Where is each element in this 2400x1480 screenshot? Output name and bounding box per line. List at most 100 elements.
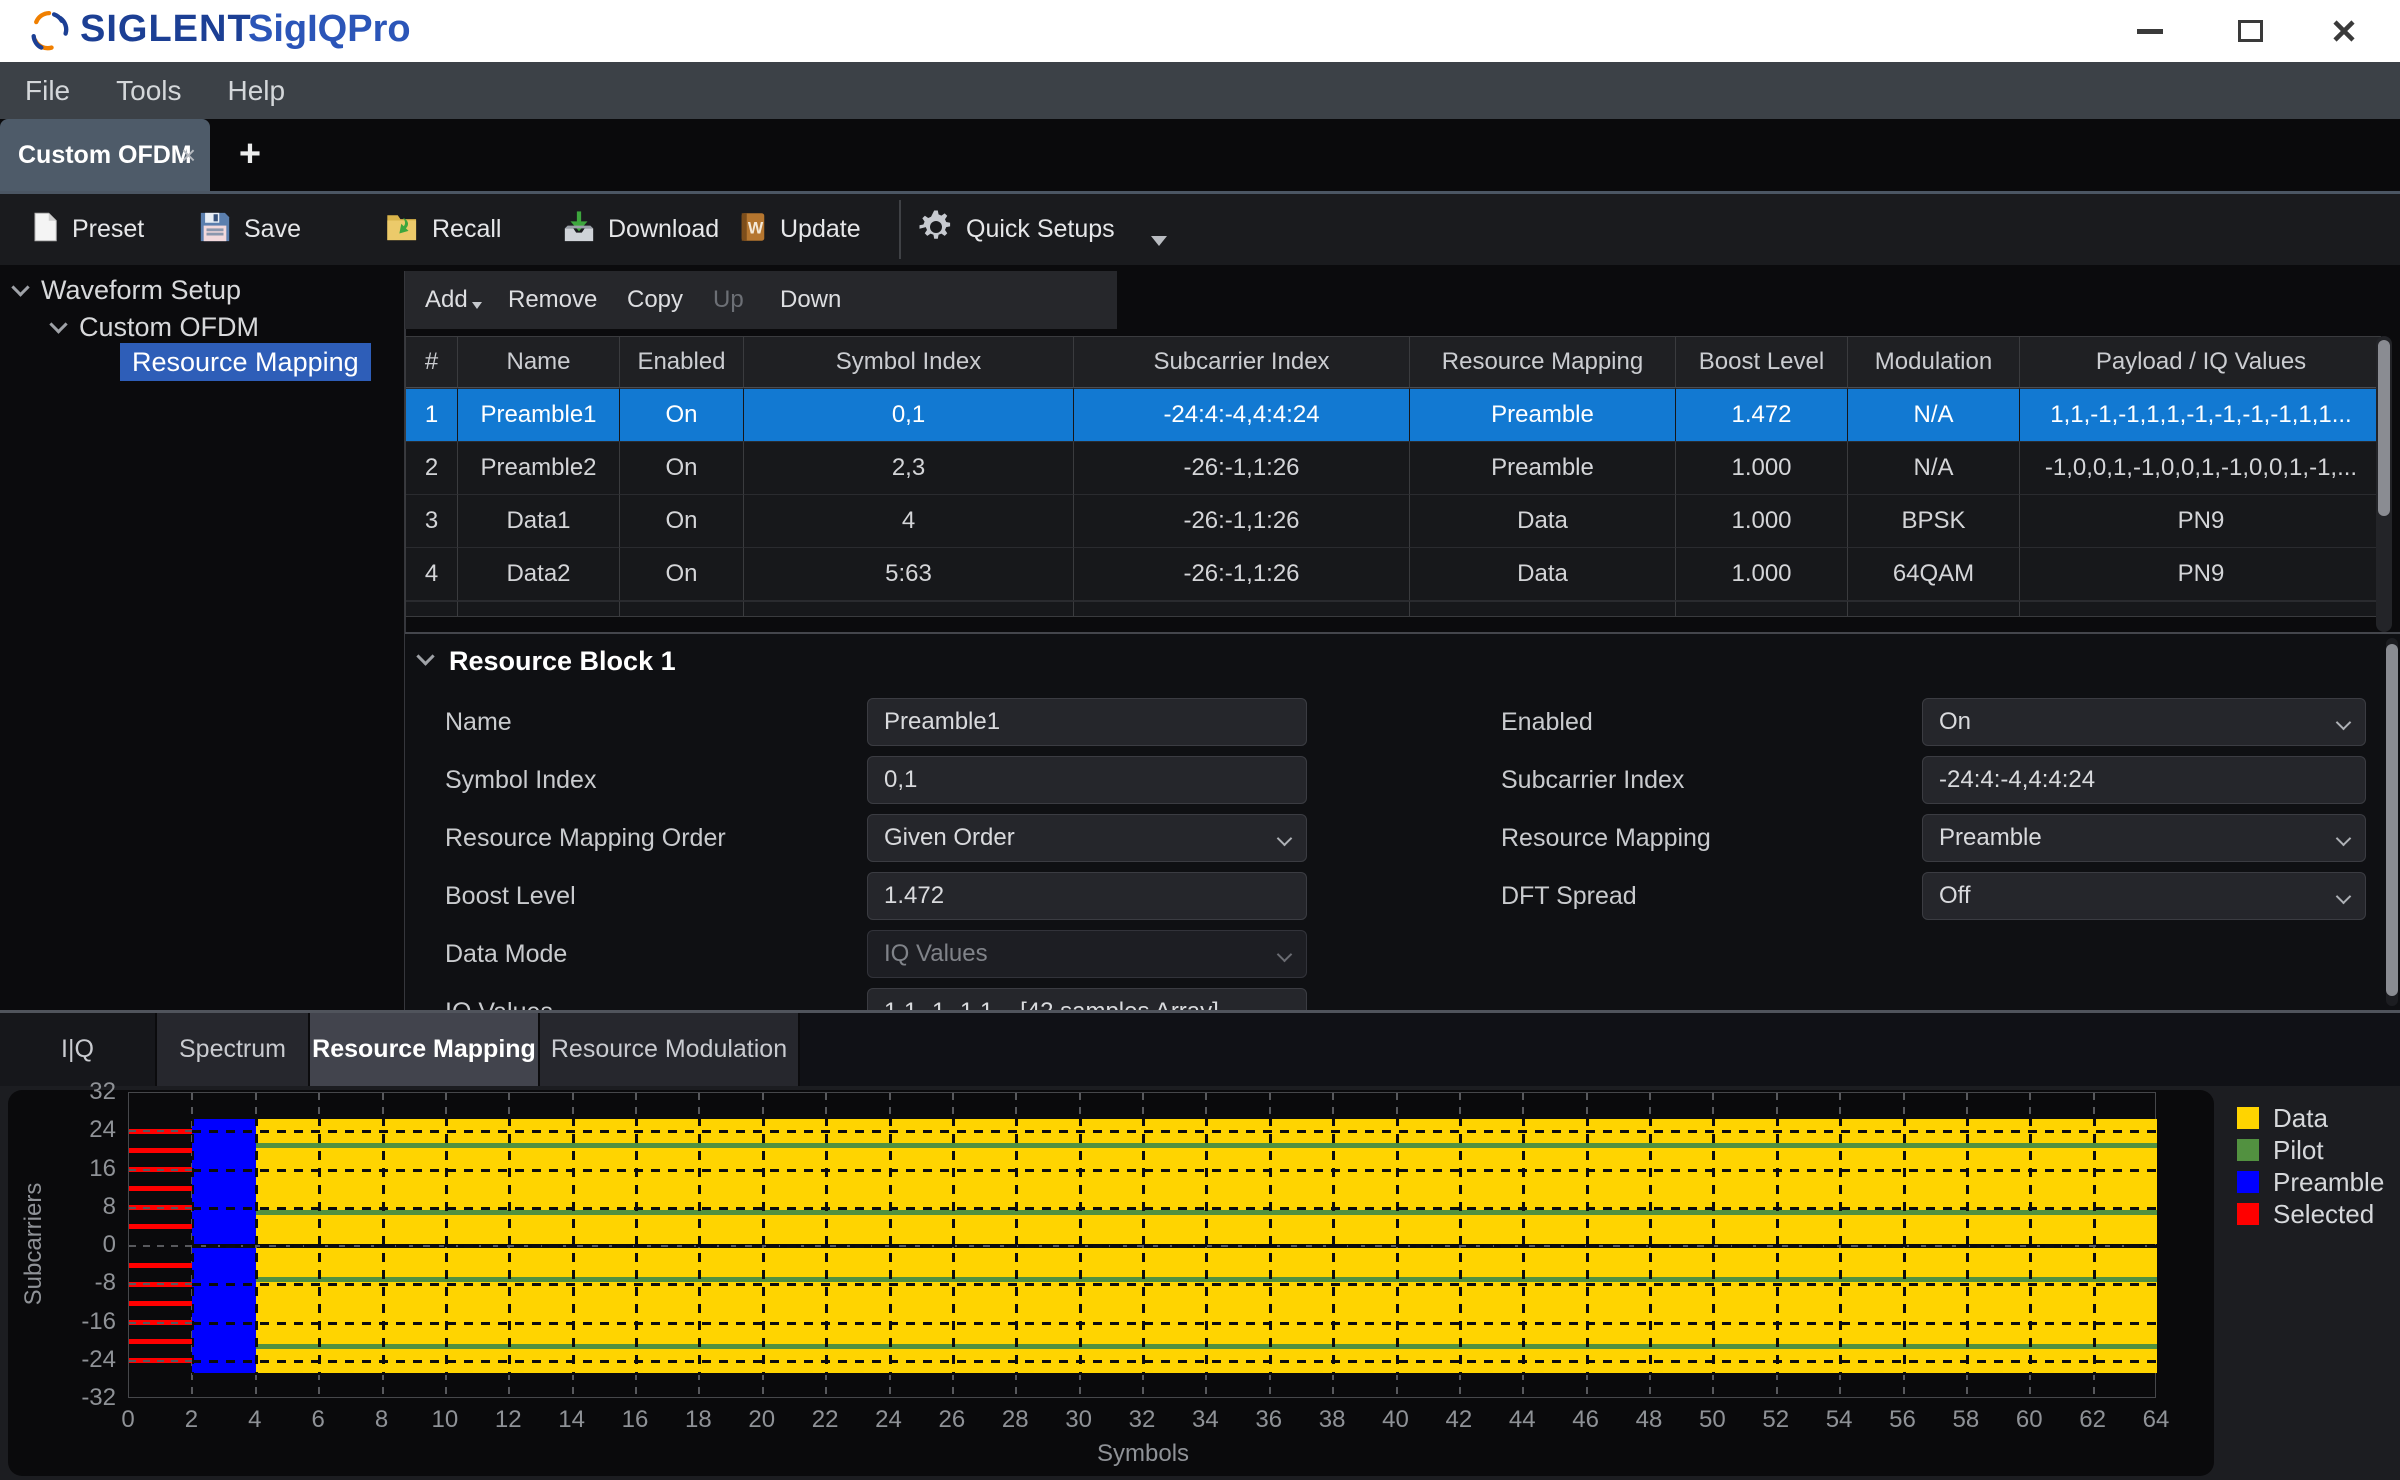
menu-tools[interactable]: Tools <box>93 62 204 119</box>
legend-swatch-data <box>2237 1107 2259 1129</box>
sidebar-item-resource-mapping[interactable]: Resource Mapping <box>120 343 371 381</box>
view-tab-i-q[interactable]: I|Q <box>0 1013 157 1086</box>
resource-mapping-order-select[interactable]: Given Order <box>867 814 1307 862</box>
table-cell: -24:4:-4,4:4:24 <box>1074 388 1410 441</box>
resource-block-title: Resource Block 1 <box>449 646 676 677</box>
x-axis-title: Symbols <box>1097 1440 1189 1468</box>
legend-item: Data <box>2237 1102 2384 1134</box>
table-cell: 4 <box>744 494 1074 547</box>
collapse-chevron-icon[interactable] <box>416 647 434 665</box>
legend-label: Pilot <box>2273 1135 2324 1166</box>
view-tab-spectrum[interactable]: Spectrum <box>157 1013 310 1086</box>
table-toolbar-button-label: Remove <box>508 286 597 314</box>
x-axis-tick-label: 32 <box>1112 1406 1172 1436</box>
table-cell: 3 <box>406 494 458 547</box>
field-label-name: Name <box>445 698 855 746</box>
table-row[interactable]: 3Data1On4-26:-1,1:26Data1.000BPSKPN9 <box>406 494 2380 547</box>
table-row[interactable]: 4Data2On5:63-26:-1,1:26Data1.00064QAMPN9 <box>406 547 2380 600</box>
tab-bar: Custom OFDM × + <box>0 119 2400 191</box>
table-cell: 0,1 <box>744 388 1074 441</box>
toolbar-download-button[interactable]: Download <box>562 194 719 265</box>
tab-custom-ofdm[interactable]: Custom OFDM × <box>0 119 210 191</box>
table-toolbar-add-button[interactable]: Add <box>425 271 482 329</box>
table-cell: On <box>620 547 744 600</box>
form-scrollbar-thumb[interactable] <box>2386 644 2398 996</box>
subcarrier-index-input[interactable]: -24:4:-4,4:4:24 <box>1922 756 2366 804</box>
toolbar-preset-button[interactable]: Preset <box>30 194 144 265</box>
table-cell: 2 <box>406 441 458 494</box>
gridline-y <box>192 1245 2157 1248</box>
legend-swatch-preamble <box>2237 1171 2259 1193</box>
menu-help[interactable]: Help <box>205 62 309 119</box>
update-icon: W <box>738 210 768 249</box>
table-cell <box>2020 601 2380 616</box>
table-cell: Preamble1 <box>458 388 620 441</box>
dropdown-caret-icon <box>1151 236 1167 246</box>
toolbar-save-button[interactable]: Save <box>198 194 301 265</box>
x-axis-tick-label: 16 <box>605 1406 665 1436</box>
legend-item: Preamble <box>2237 1166 2384 1198</box>
table-row[interactable]: 1Preamble1On0,1-24:4:-4,4:4:24Preamble1.… <box>406 388 2380 441</box>
table-cell <box>406 601 458 616</box>
table-toolbar-button-label: Up <box>713 286 744 314</box>
chevron-down-icon <box>1277 947 1293 963</box>
tab-close-icon[interactable]: × <box>181 119 196 191</box>
table-cell: -26:-1,1:26 <box>1074 494 1410 547</box>
iq-values-input[interactable]: 1,1,-1,-1,1... [42 samples Array] <box>867 988 1307 1010</box>
table-toolbar-copy-button[interactable]: Copy <box>627 271 683 329</box>
application-window: SIGLENT SigIQPro FileToolsHelp Custom OF… <box>0 0 2400 1480</box>
name-input[interactable]: Preamble1 <box>867 698 1307 746</box>
table-scrollbar-thumb[interactable] <box>2378 340 2390 516</box>
table-row[interactable]: 2Preamble2On2,3-26:-1,1:26Preamble1.000N… <box>406 441 2380 494</box>
sidebar-item-custom-ofdm[interactable]: Custom OFDM <box>52 310 259 344</box>
field-value: Preamble1 <box>884 708 1000 735</box>
resource-mapping-select[interactable]: Preamble <box>1922 814 2366 862</box>
field-label-dft-spread: DFT Spread <box>1501 872 1911 920</box>
table-toolbar-button-label: Copy <box>627 286 683 314</box>
table-cell <box>1848 601 2020 616</box>
close-button[interactable] <box>2322 12 2366 50</box>
column-header-payload-iq-values: Payload / IQ Values <box>2020 337 2382 388</box>
form-scrollbar[interactable] <box>2386 638 2398 1006</box>
chevron-down-icon <box>49 315 67 333</box>
table-cell: 1.472 <box>1676 388 1848 441</box>
brand-text: SIGLENT <box>80 8 252 51</box>
y-axis-title: Subcarriers <box>20 1183 48 1306</box>
table-cell: Preamble2 <box>458 441 620 494</box>
tab-label: Custom OFDM <box>18 119 192 191</box>
y-axis-tick-label: 24 <box>46 1115 116 1145</box>
maximize-button[interactable] <box>2228 12 2272 50</box>
table-cell: Data <box>1410 494 1676 547</box>
table-toolbar-button-label: Add <box>425 286 468 314</box>
table-toolbar-down-button[interactable]: Down <box>780 271 841 329</box>
y-axis-tick-label: -32 <box>46 1383 116 1413</box>
dft-spread-select[interactable]: Off <box>1922 872 2366 920</box>
table-cell <box>744 601 1074 616</box>
minimize-button[interactable] <box>2128 12 2172 50</box>
chevron-down-icon <box>2336 889 2352 905</box>
legend-swatch-pilot <box>2237 1139 2259 1161</box>
x-axis-tick-label: 36 <box>1239 1406 1299 1436</box>
x-axis-tick-label: 60 <box>1999 1406 2059 1436</box>
enabled-select[interactable]: On <box>1922 698 2366 746</box>
symbol-index-input[interactable]: 0,1 <box>867 756 1307 804</box>
sidebar-item-waveform-setup[interactable]: Waveform Setup <box>14 273 241 307</box>
menu-file[interactable]: File <box>2 62 93 119</box>
toolbar-quick-setups-button[interactable]: Quick Setups <box>918 194 1167 265</box>
field-value: 1,1,-1,-1,1... [42 samples Array] <box>884 998 1219 1010</box>
chevron-down-icon <box>1277 831 1293 847</box>
new-tab-button[interactable]: + <box>228 119 272 191</box>
legend-item: Pilot <box>2237 1134 2384 1166</box>
x-axis-tick-label: 26 <box>922 1406 982 1436</box>
table-toolbar-remove-button[interactable]: Remove <box>508 271 597 329</box>
toolbar-update-button[interactable]: WUpdate <box>738 194 861 265</box>
view-tab-resource-modulation[interactable]: Resource Modulation <box>540 1013 800 1086</box>
x-axis-tick-label: 30 <box>1049 1406 1109 1436</box>
x-axis-tick-label: 24 <box>859 1406 919 1436</box>
table-scrollbar[interactable] <box>2376 336 2392 632</box>
x-axis-tick-label: 10 <box>415 1406 475 1436</box>
toolbar-recall-button[interactable]: Recall <box>386 194 501 265</box>
field-value: Given Order <box>884 824 1015 851</box>
view-tab-resource-mapping[interactable]: Resource Mapping <box>310 1013 540 1086</box>
boost-level-input[interactable]: 1.472 <box>867 872 1307 920</box>
